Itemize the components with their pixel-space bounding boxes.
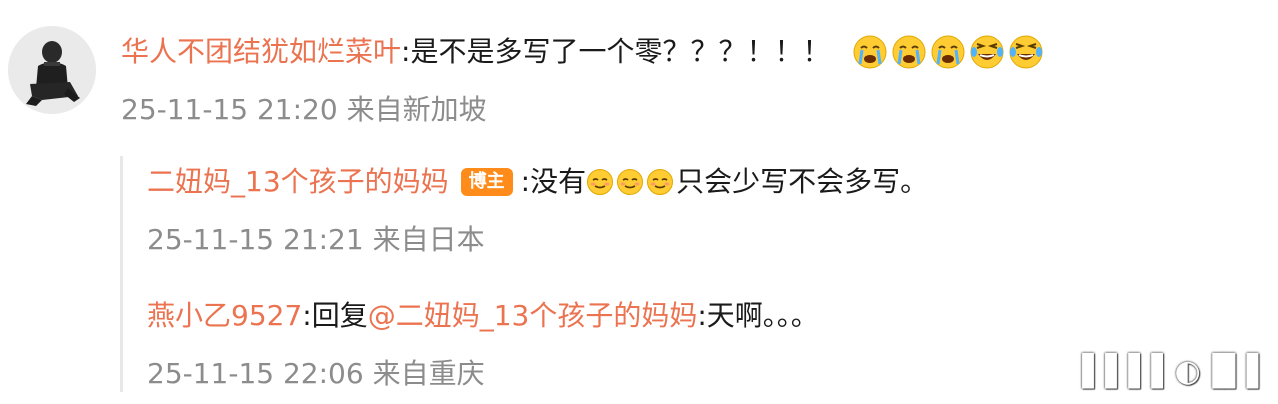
avatar-image — [8, 26, 96, 114]
laughing-tears-emoji — [1008, 34, 1044, 70]
smug-emoji — [586, 168, 614, 196]
main-comment-separator: : — [401, 35, 411, 68]
reply-2-prefix: 回复 — [311, 299, 368, 332]
reply-1-time: 25-11-15 21:21 — [147, 223, 364, 256]
crying-emoji — [891, 34, 927, 70]
reply-1-text-before: 没有 — [530, 165, 587, 198]
watermark-logo: ▌▌▌▌◐▐▌▌ — [1082, 354, 1270, 389]
reply-1-location: 来自日本 — [372, 223, 485, 256]
main-comment-location: 来自新加坡 — [346, 93, 487, 126]
reply-2-meta: 25-11-15 22:06 来自重庆 — [147, 354, 485, 394]
reply-line-1: 二妞妈_13个孩子的妈妈 博主 : 没有 只会少写不会多写。 — [147, 162, 928, 202]
reply-2-location: 来自重庆 — [372, 357, 485, 390]
reply-1-text-after: 只会少写不会多写。 — [676, 165, 929, 198]
laughing-tears-emoji — [969, 34, 1005, 70]
main-comment-line: 华人不团结犹如烂菜叶 : 是不是多写了一个零？？？！！！ — [121, 32, 1047, 72]
comment-thread: 华人不团结犹如烂菜叶 : 是不是多写了一个零？？？！！！ 25-11-15 21… — [0, 0, 1278, 404]
avatar[interactable] — [8, 26, 96, 114]
crying-emoji — [930, 34, 966, 70]
crying-emoji — [852, 34, 888, 70]
main-comment-time: 25-11-15 21:20 — [121, 93, 338, 126]
reply-divider — [120, 156, 123, 392]
reply-1-meta: 25-11-15 21:21 来自日本 — [147, 220, 485, 260]
main-comment-meta: 25-11-15 21:20 来自新加坡 — [121, 90, 487, 130]
reply-2-time: 25-11-15 22:06 — [147, 357, 364, 390]
reply-1-separator: : — [520, 165, 531, 198]
author-badge: 博主 — [460, 168, 513, 196]
reply-2-username[interactable]: 燕小乙9527 — [147, 296, 302, 336]
smug-emoji — [646, 168, 674, 196]
main-comment-text: 是不是多写了一个零？？？！！！ — [410, 35, 831, 68]
reply-1-username[interactable]: 二妞妈_13个孩子的妈妈 — [147, 162, 449, 202]
main-comment-username[interactable]: 华人不团结犹如烂菜叶 — [121, 32, 401, 72]
reply-2-mention[interactable]: @二妞妈_13个孩子的妈妈 — [368, 296, 698, 336]
smug-emoji — [616, 168, 644, 196]
reply-2-text: 天啊。。。 — [706, 299, 819, 332]
reply-line-2: 燕小乙9527 : 回复 @二妞妈_13个孩子的妈妈 : 天啊。。。 — [147, 296, 819, 336]
reply-2-separator: : — [302, 299, 312, 332]
reply-2-separator-2: : — [697, 299, 707, 332]
